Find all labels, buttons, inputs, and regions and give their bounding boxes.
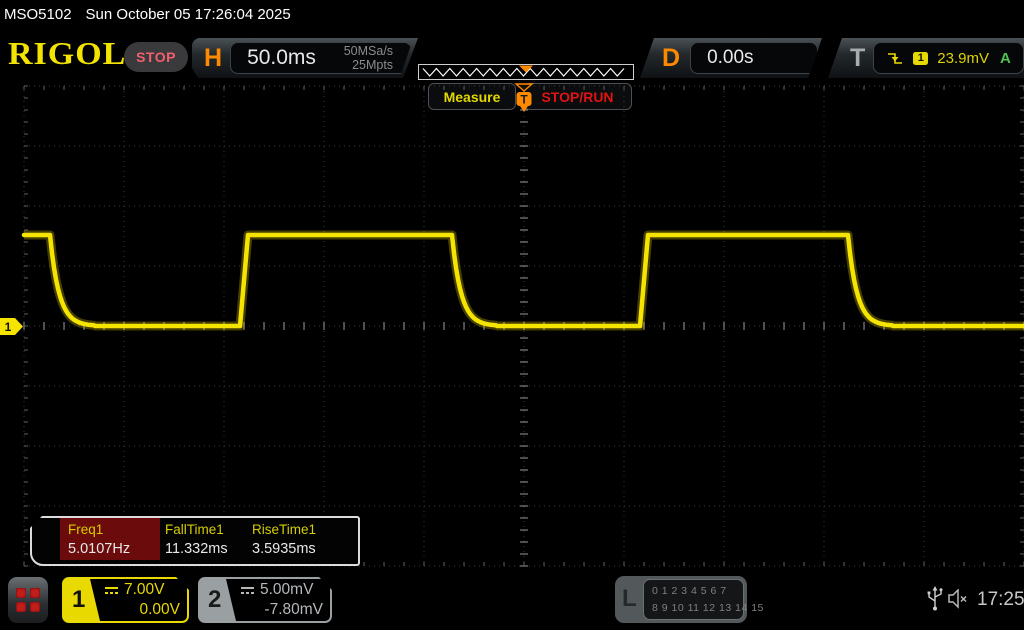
meas3-label[interactable]: RiseTime1 (252, 522, 316, 537)
model-name: MSO5102 (4, 5, 72, 23)
svg-text:1: 1 (5, 320, 12, 334)
digital-channels-list: 0 1 2 3 4 5 6 7 8 9 10 11 12 13 14 15 (643, 579, 764, 620)
trigger-level-value: 23.9mV (937, 49, 989, 67)
delay-value: 0.00s (707, 47, 754, 68)
trigger-position-marker[interactable]: T (513, 83, 535, 115)
meas1-value: 5.0107Hz (68, 541, 131, 557)
measure-button[interactable]: Measure (428, 83, 516, 110)
d-label: D (662, 43, 681, 72)
channel1-status-box[interactable]: 1 7.00V 0.00V (62, 577, 189, 623)
top-status-bar: MSO5102 Sun October 05 17:26:04 2025 (0, 0, 1024, 28)
channel2-scale: 5.00mV (260, 581, 314, 598)
h-label: H (204, 43, 223, 72)
meas2-value: 11.332ms (165, 541, 228, 557)
clock: 17:25 (977, 589, 1024, 610)
delay-settings-box[interactable]: D 0.00s (640, 38, 822, 78)
dc-coupling-icon (104, 586, 119, 595)
measurement-panel: Freq1 5.0107Hz FallTime1 11.332ms RiseTi… (30, 516, 360, 566)
timebase-field[interactable]: 50.0ms 50MSa/s 25Mpts (230, 42, 412, 74)
falling-edge-icon (888, 52, 903, 64)
logic-analyzer-label: L (622, 585, 637, 612)
datetime: Sun October 05 17:26:04 2025 (85, 5, 291, 23)
svg-text:T: T (520, 93, 528, 107)
digital-row-0-7: 0 1 2 3 4 5 6 7 (652, 585, 727, 598)
sample-rate: 50MSa/s (343, 43, 394, 58)
channel2-number: 2 (200, 579, 236, 621)
channel2-status-box[interactable]: 2 5.00mV -7.80mV (198, 577, 332, 623)
trigger-mode-auto: A (999, 49, 1011, 67)
delay-field[interactable]: 0.00s (690, 42, 818, 74)
meas3-value: 3.5935ms (252, 541, 316, 557)
usb-icon (927, 586, 943, 611)
header-bar: RIGOL STOP H 50.0ms 50MSa/s 25Mpts Measu… (0, 28, 1024, 110)
trigger-settings-box[interactable]: T 1 23.9mV A (828, 38, 1024, 78)
meas1-label[interactable]: Freq1 (68, 522, 103, 537)
stop-run-button[interactable]: STOP/RUN (523, 83, 632, 110)
trigger-source-badge: 1 (913, 51, 929, 65)
speaker-muted-icon (948, 589, 967, 609)
memory-depth: 25Mpts (352, 58, 394, 72)
channel2-offset: -7.80mV (264, 601, 323, 618)
waveform-overview-strip[interactable] (418, 64, 634, 80)
rigol-logo: RIGOL (8, 37, 127, 72)
ch1-level-marker[interactable]: 1 (0, 317, 24, 336)
t-label: T (850, 43, 866, 72)
channel1-scale: 7.00V (124, 581, 165, 598)
horizontal-settings-box[interactable]: H 50.0ms 50MSa/s 25Mpts (192, 38, 418, 78)
digital-row-8-15: 8 9 10 11 12 13 14 15 (652, 601, 764, 614)
logic-analyzer-status-box[interactable]: L 0 1 2 3 4 5 6 7 8 9 10 11 12 13 14 15 (615, 576, 764, 623)
menu-grid-icon (16, 588, 40, 612)
timebase-value: 50.0ms (247, 46, 316, 69)
channel1-number: 1 (64, 579, 100, 621)
sample-rate-memdepth: 50MSa/s 25Mpts (344, 44, 393, 73)
dc-coupling-icon (240, 586, 255, 595)
trigger-field[interactable]: 1 23.9mV A (873, 42, 1024, 74)
waveform-overview-icon (418, 64, 634, 80)
channel1-offset: 0.00V (139, 601, 180, 618)
meas2-label[interactable]: FallTime1 (165, 522, 224, 537)
main-menu-button[interactable] (8, 577, 48, 623)
run-state-badge[interactable]: STOP (124, 42, 188, 72)
